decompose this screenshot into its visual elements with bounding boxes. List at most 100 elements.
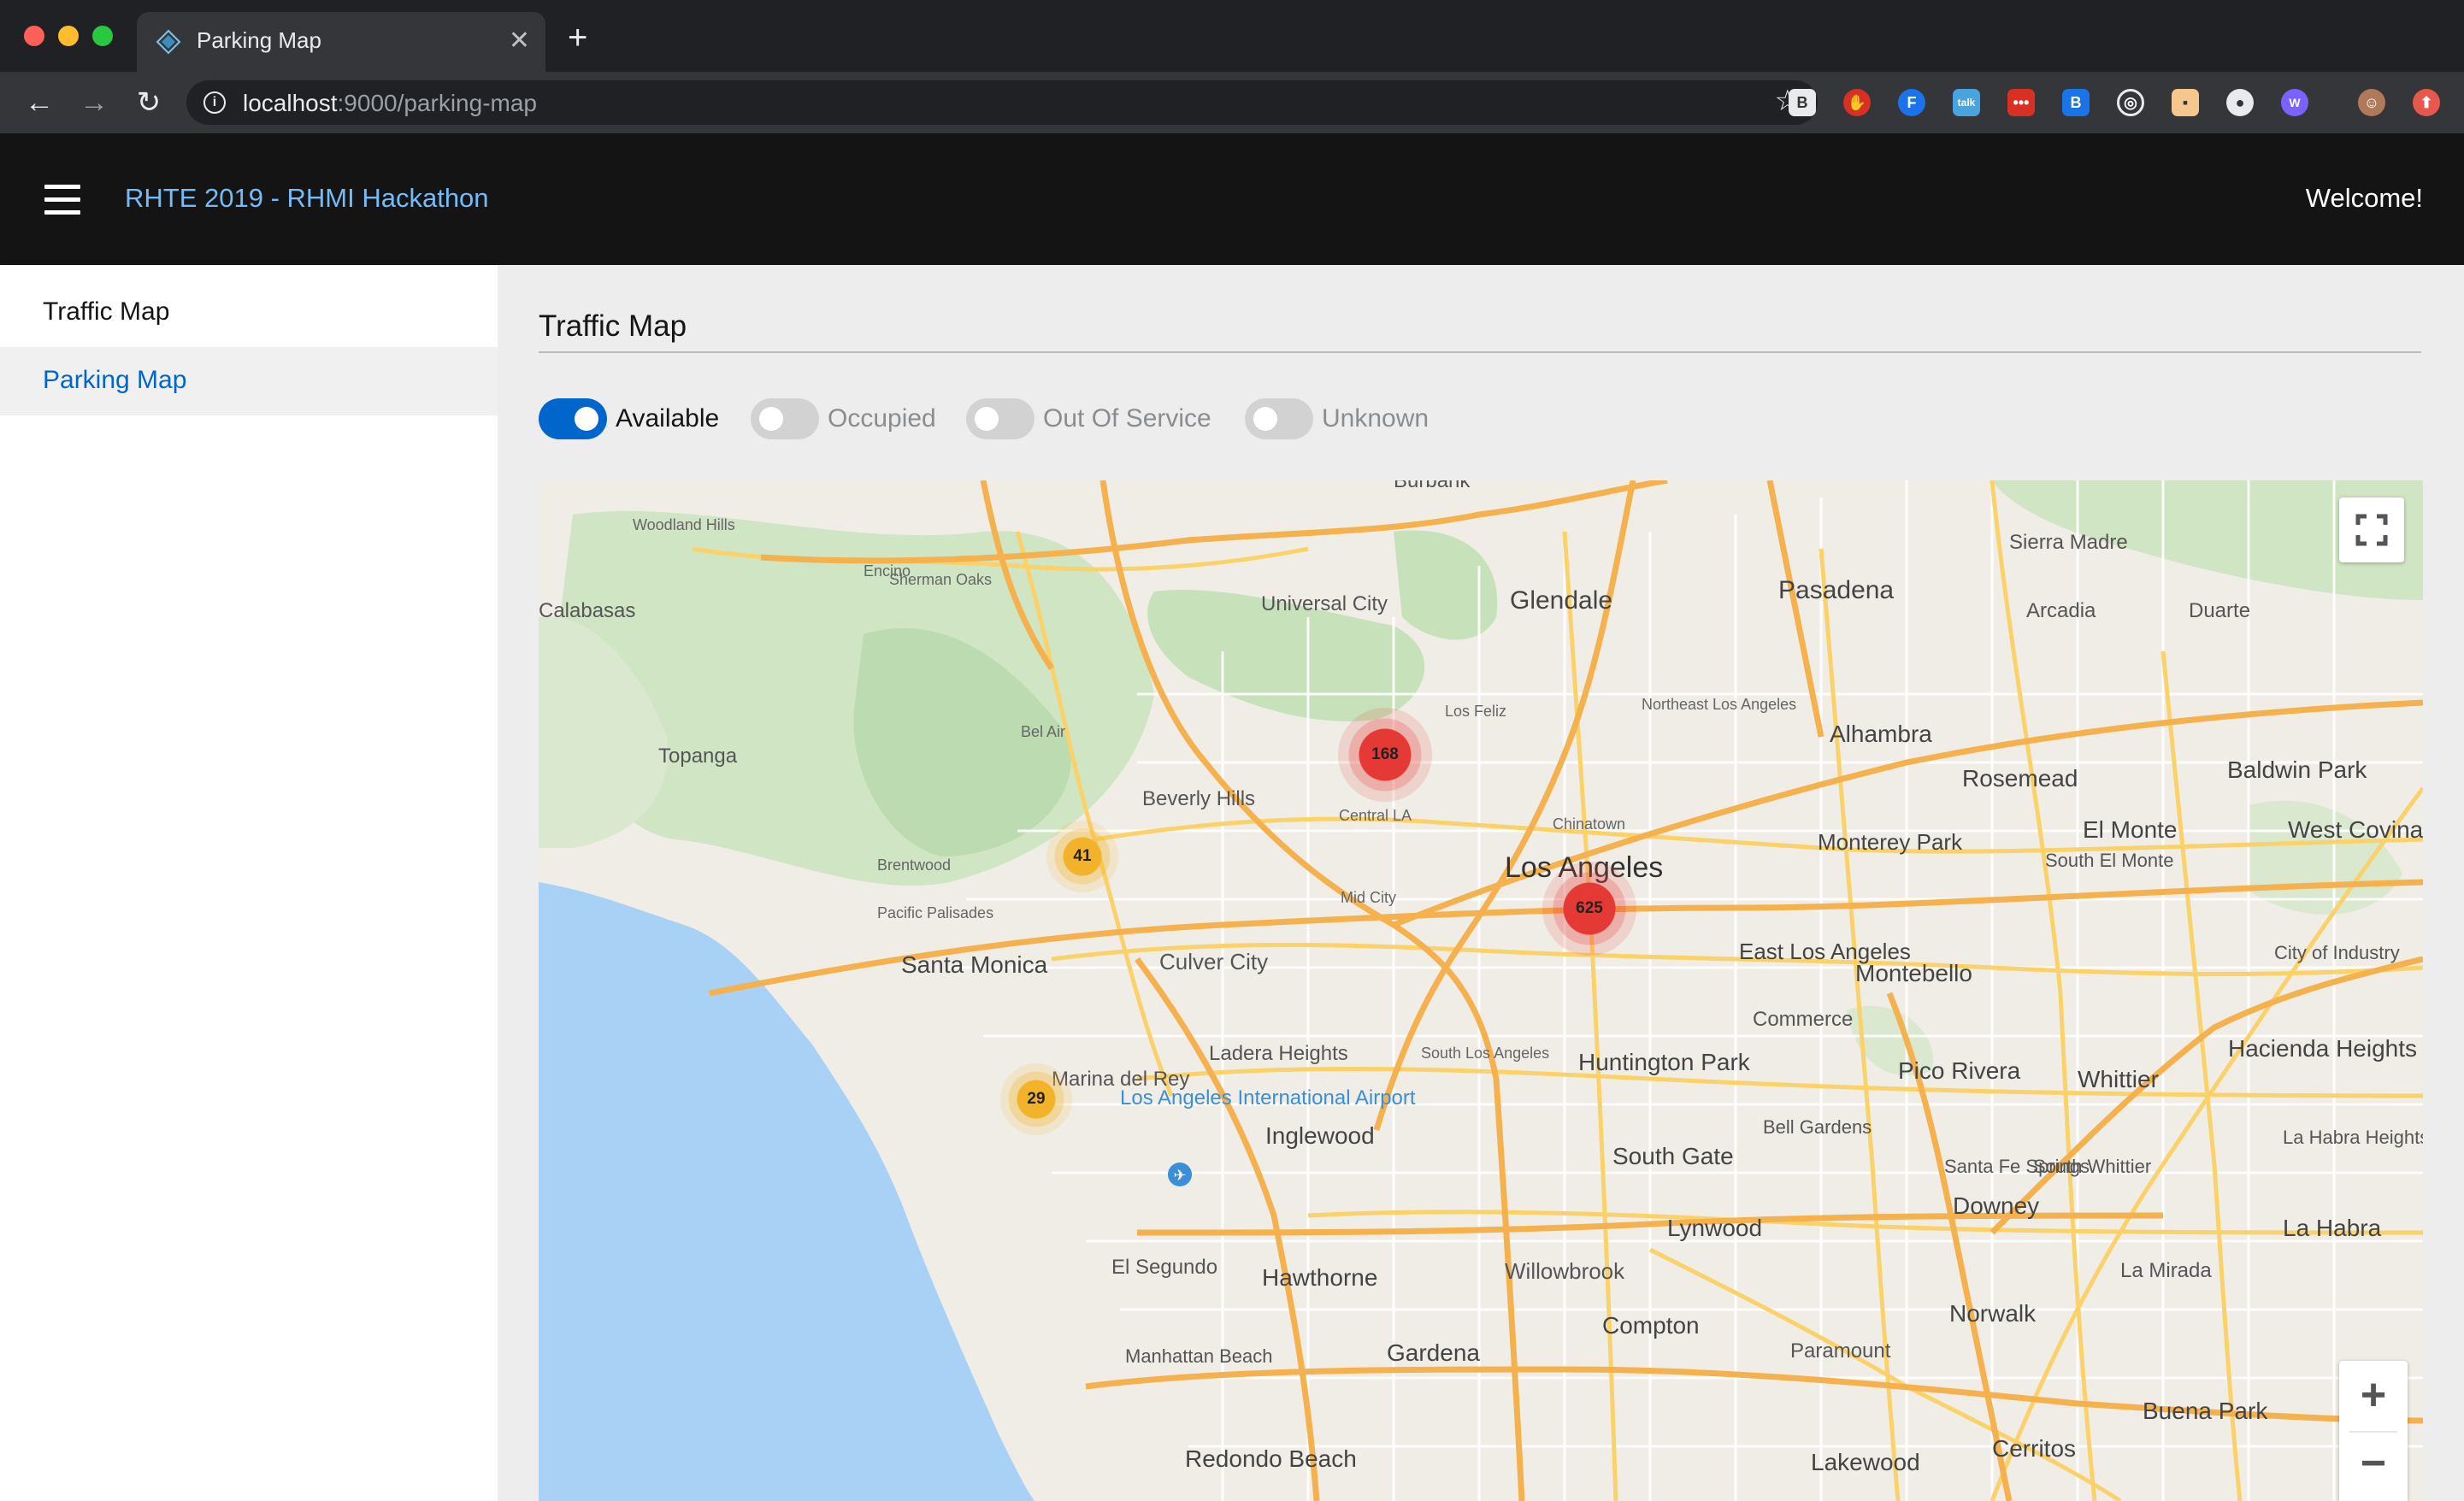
place-label: Gardena xyxy=(1387,1339,1480,1366)
zoom-out-button[interactable]: − xyxy=(2339,1433,2408,1501)
place-label: Mid City xyxy=(1341,889,1396,906)
menu-icon[interactable] xyxy=(44,185,80,215)
sidebar-item-traffic-map[interactable]: Traffic Map xyxy=(0,279,498,347)
place-label: Whittier xyxy=(2078,1066,2159,1092)
extension-icon[interactable]: W xyxy=(2281,89,2308,116)
place-label: Pacific Palisades xyxy=(877,904,993,921)
place-label: Sierra Madre xyxy=(2009,531,2128,554)
place-label: Rosemead xyxy=(1962,765,2078,792)
extension-icon[interactable]: ▪ xyxy=(2172,89,2199,116)
place-label: Calabasas xyxy=(539,599,635,622)
toggle-label: Occupied xyxy=(828,404,936,433)
browser-tab[interactable]: Parking Map ✕ xyxy=(137,12,545,72)
place-label: Pico Rivera xyxy=(1898,1057,2021,1084)
place-label: Los Feliz xyxy=(1445,703,1506,720)
place-label: Paramount xyxy=(1790,1339,1891,1363)
place-label: Commerce xyxy=(1753,1008,1853,1031)
place-label: Topanga xyxy=(658,745,738,768)
reload-button[interactable]: ↻ xyxy=(130,84,168,121)
place-label: Sherman Oaks xyxy=(889,571,992,588)
place-label: Glendale xyxy=(1510,586,1612,615)
place-label: Compton xyxy=(1602,1312,1700,1339)
parking-map[interactable]: Burbank Woodland Hills Encino Sherman Oa… xyxy=(539,480,2423,1501)
place-label: Baldwin Park xyxy=(2227,756,2367,783)
toggle-label: Unknown xyxy=(1322,404,1429,433)
place-label: Lynwood xyxy=(1667,1215,1762,1241)
forward-button[interactable]: → xyxy=(75,84,113,121)
sidebar-item-label: Parking Map xyxy=(43,366,187,394)
place-label: Central LA xyxy=(1339,807,1412,824)
airport-icon: ✈ xyxy=(1168,1163,1192,1186)
place-label: Los Angeles International Airport xyxy=(1120,1086,1416,1110)
svg-text:✈: ✈ xyxy=(1173,1167,1186,1185)
zoom-controls: + − xyxy=(2339,1361,2408,1501)
place-label: Hawthorne xyxy=(1262,1264,1377,1291)
page-title: Traffic Map xyxy=(539,309,687,343)
address-bar[interactable]: i localhost:9000/parking-map ☆ xyxy=(186,80,1818,125)
map-tiles: Burbank Woodland Hills Encino Sherman Oa… xyxy=(539,480,2423,1501)
place-label: Manhattan Beach xyxy=(1125,1345,1272,1367)
place-label: Universal City xyxy=(1261,592,1388,615)
toggle-label: Out Of Service xyxy=(1043,404,1211,433)
main-content: Traffic Map Available Occupied Out Of Se… xyxy=(498,265,2464,1501)
extension-icon[interactable]: ● xyxy=(2226,89,2254,116)
parking-cluster-marker[interactable]: 168 xyxy=(1338,708,1432,802)
parking-cluster-marker[interactable]: 625 xyxy=(1542,862,1636,956)
place-label: La Habra xyxy=(2283,1215,2382,1241)
place-label: Santa Monica xyxy=(901,951,1048,978)
place-label: Lakewood xyxy=(1811,1449,1920,1475)
sidebar-item-parking-map[interactable]: Parking Map xyxy=(0,347,498,415)
extension-icon[interactable]: ✋ xyxy=(1843,89,1871,116)
place-label: Woodland Hills xyxy=(633,516,735,533)
place-label: Huntington Park xyxy=(1578,1049,1751,1075)
toggle-switch[interactable] xyxy=(539,398,607,439)
place-label: Burbank xyxy=(1394,480,1471,492)
toggle-switch[interactable] xyxy=(966,398,1035,439)
place-label: Culver City xyxy=(1159,949,1268,974)
place-label: Chinatown xyxy=(1553,815,1625,833)
place-label: Hacienda Heights xyxy=(2228,1035,2417,1062)
tab-close-icon[interactable]: ✕ xyxy=(509,24,530,58)
extension-icon[interactable]: ⬆ xyxy=(2413,89,2440,116)
extension-icon[interactable]: talk xyxy=(1953,89,1980,116)
extension-icon[interactable]: B xyxy=(1789,89,1816,116)
place-label: Inglewood xyxy=(1265,1122,1375,1149)
close-window-button[interactable] xyxy=(24,26,44,46)
minimize-window-button[interactable] xyxy=(58,26,79,46)
place-label: Redondo Beach xyxy=(1185,1445,1357,1472)
zoom-in-button[interactable]: + xyxy=(2339,1361,2408,1429)
toggle-switch[interactable] xyxy=(1245,398,1313,439)
place-label: Downey xyxy=(1953,1192,2039,1219)
place-label: Brentwood xyxy=(877,856,951,874)
app-title[interactable]: RHTE 2019 - RHMI Hackathon xyxy=(125,183,489,214)
toggle-label: Available xyxy=(616,404,720,433)
extension-icon[interactable]: ••• xyxy=(2007,89,2035,116)
extension-icon[interactable]: F xyxy=(1898,89,1925,116)
tab-favicon-icon xyxy=(156,29,181,55)
place-label: Monterey Park xyxy=(1818,829,1963,855)
place-label: Bel Air xyxy=(1021,723,1065,740)
place-label: La Mirada xyxy=(2120,1259,2212,1282)
place-label: South El Monte xyxy=(2045,850,2173,871)
place-label: Beverly Hills xyxy=(1142,787,1255,810)
site-info-icon[interactable]: i xyxy=(203,91,226,114)
parking-cluster-marker[interactable]: 29 xyxy=(1000,1063,1072,1135)
place-label: South Whittier xyxy=(2033,1156,2151,1177)
place-label: West Covina xyxy=(2288,816,2423,843)
fullscreen-button[interactable] xyxy=(2339,497,2404,562)
extension-icon[interactable]: B xyxy=(2062,89,2090,116)
place-label: South Gate xyxy=(1612,1143,1734,1169)
maximize-window-button[interactable] xyxy=(92,26,113,46)
new-tab-button[interactable]: + xyxy=(568,21,587,55)
toggle-switch[interactable] xyxy=(751,398,819,439)
browser-titlebar: Parking Map ✕ + xyxy=(0,0,2464,72)
profile-avatar[interactable]: ☺ xyxy=(2358,89,2385,116)
browser-toolbar: ← → ↻ i localhost:9000/parking-map ☆ B ✋… xyxy=(0,72,2464,133)
parking-cluster-marker[interactable]: 41 xyxy=(1046,821,1118,892)
back-button[interactable]: ← xyxy=(21,84,58,121)
place-label: Cerritos xyxy=(1992,1435,2076,1462)
place-label: La Habra Heights xyxy=(2283,1127,2423,1148)
place-label: Ladera Heights xyxy=(1209,1042,1348,1065)
url-text[interactable]: localhost:9000/parking-map xyxy=(243,90,537,117)
extension-icon[interactable]: ◎ xyxy=(2117,89,2144,116)
